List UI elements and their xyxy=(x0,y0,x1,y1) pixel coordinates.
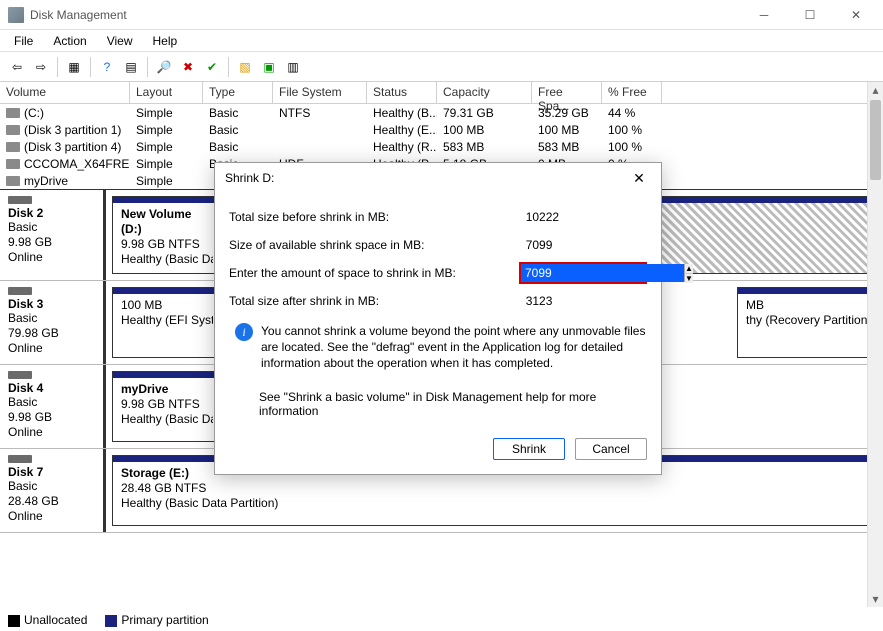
disk-info[interactable]: Disk 2Basic9.98 GBOnline xyxy=(0,190,106,280)
extend-icon[interactable]: ▣ xyxy=(258,56,280,78)
dialog-title: Shrink D: xyxy=(225,171,627,185)
refresh-list-icon[interactable]: ▤ xyxy=(120,56,142,78)
spinner-down-icon[interactable]: ▼ xyxy=(685,274,693,283)
shrink-amount-input[interactable] xyxy=(521,264,684,282)
col-type[interactable]: Type xyxy=(203,82,273,103)
delete-icon[interactable]: ✖ xyxy=(177,56,199,78)
settings-icon[interactable]: ▥ xyxy=(282,56,304,78)
partition[interactable]: myDrive9.98 GB NTFSHealthy (Basic Data xyxy=(112,371,222,442)
table-row[interactable]: (C:)SimpleBasicNTFSHealthy (B...79.31 GB… xyxy=(0,104,883,121)
value-total-before: 10222 xyxy=(521,207,647,227)
col-capacity[interactable]: Capacity xyxy=(437,82,532,103)
shrink-button[interactable]: Shrink xyxy=(493,438,565,460)
info-icon: i xyxy=(235,323,253,341)
disk-icon xyxy=(8,371,32,379)
info-text: You cannot shrink a volume beyond the po… xyxy=(261,323,647,372)
volume-icon xyxy=(6,108,20,118)
label-total-after: Total size after shrink in MB: xyxy=(229,294,521,308)
menu-help[interactable]: Help xyxy=(143,32,188,50)
scan-icon[interactable]: 🔎 xyxy=(153,56,175,78)
spinner-up-icon[interactable]: ▲ xyxy=(685,264,693,274)
legend-primary-box xyxy=(105,615,117,627)
maximize-button[interactable]: ☐ xyxy=(787,0,833,30)
value-available: 7099 xyxy=(521,235,647,255)
col-filesystem[interactable]: File System xyxy=(273,82,367,103)
dialog-close-icon[interactable]: ✕ xyxy=(627,170,651,187)
legend-primary: Primary partition xyxy=(121,613,208,627)
forward-icon[interactable]: ⇨ xyxy=(30,56,52,78)
disk-info[interactable]: Disk 7Basic28.48 GBOnline xyxy=(0,449,106,532)
volume-icon xyxy=(6,176,20,186)
legend: Unallocated Primary partition xyxy=(8,613,209,627)
menu-action[interactable]: Action xyxy=(43,32,96,50)
volume-icon xyxy=(6,159,20,169)
label-available: Size of available shrink space in MB: xyxy=(229,238,521,252)
disk-icon xyxy=(8,455,32,463)
disk-icon xyxy=(8,287,32,295)
table-row[interactable]: (Disk 3 partition 4)SimpleBasicHealthy (… xyxy=(0,138,883,155)
col-status[interactable]: Status xyxy=(367,82,437,103)
value-total-after: 3123 xyxy=(521,291,647,311)
label-total-before: Total size before shrink in MB: xyxy=(229,210,521,224)
scroll-down-icon[interactable]: ▾ xyxy=(868,591,883,607)
volume-icon xyxy=(6,125,20,135)
col-pfree[interactable]: % Free xyxy=(602,82,662,103)
col-free[interactable]: Free Spa... xyxy=(532,82,602,103)
label-shrink-amount: Enter the amount of space to shrink in M… xyxy=(229,266,519,280)
col-layout[interactable]: Layout xyxy=(130,82,203,103)
menu-file[interactable]: File xyxy=(4,32,43,50)
help-link-text: See "Shrink a basic volume" in Disk Mana… xyxy=(229,372,647,426)
volume-table-header: Volume Layout Type File System Status Ca… xyxy=(0,82,883,104)
toolbar: ⇦ ⇨ ▦ ? ▤ 🔎 ✖ ✔ ▧ ▣ ▥ xyxy=(0,52,883,82)
window-title: Disk Management xyxy=(30,8,741,22)
table-row[interactable]: (Disk 3 partition 1)SimpleBasicHealthy (… xyxy=(0,121,883,138)
partition[interactable]: New Volume (D:)9.98 GB NTFSHealthy (Basi… xyxy=(112,196,222,274)
view-icon[interactable]: ▦ xyxy=(63,56,85,78)
disk-info[interactable]: Disk 3Basic79.98 GBOnline xyxy=(0,281,106,364)
new-volume-icon[interactable]: ▧ xyxy=(234,56,256,78)
minimize-button[interactable]: ─ xyxy=(741,0,787,30)
help-icon[interactable]: ? xyxy=(96,56,118,78)
disk-icon xyxy=(8,196,32,204)
back-icon[interactable]: ⇦ xyxy=(6,56,28,78)
legend-unallocated: Unallocated xyxy=(24,613,87,627)
scrollbar[interactable]: ▴ ▾ xyxy=(867,82,883,607)
menubar: File Action View Help xyxy=(0,30,883,52)
properties-icon[interactable]: ✔ xyxy=(201,56,223,78)
partition[interactable]: MBthy (Recovery Partition) xyxy=(737,287,877,358)
shrink-dialog: Shrink D: ✕ Total size before shrink in … xyxy=(214,162,662,475)
close-button[interactable]: ✕ xyxy=(833,0,879,30)
app-icon xyxy=(8,7,24,23)
titlebar: Disk Management ─ ☐ ✕ xyxy=(0,0,883,30)
scroll-thumb[interactable] xyxy=(870,100,881,180)
volume-icon xyxy=(6,142,20,152)
partition[interactable]: 100 MBHealthy (EFI System xyxy=(112,287,222,358)
col-volume[interactable]: Volume xyxy=(0,82,130,103)
cancel-button[interactable]: Cancel xyxy=(575,438,647,460)
legend-unallocated-box xyxy=(8,615,20,627)
scroll-up-icon[interactable]: ▴ xyxy=(868,82,883,98)
menu-view[interactable]: View xyxy=(97,32,143,50)
disk-info[interactable]: Disk 4Basic9.98 GBOnline xyxy=(0,365,106,448)
